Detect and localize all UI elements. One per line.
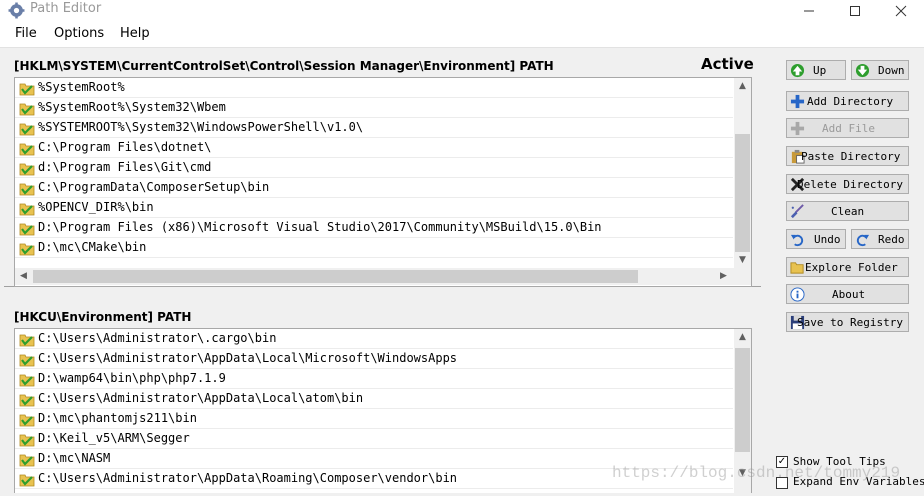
- info-icon: [790, 287, 805, 302]
- menu-bar: File Options Help: [0, 22, 924, 48]
- folder-check-icon: [19, 454, 35, 467]
- redo-icon: [856, 234, 870, 247]
- maximize-button[interactable]: [832, 0, 878, 22]
- path-entry-text: C:\Users\Administrator\AppData\Roaming\C…: [38, 471, 458, 485]
- up-button[interactable]: Up: [786, 60, 846, 80]
- folder-check-icon: [19, 203, 35, 216]
- clean-button[interactable]: Clean: [786, 201, 909, 221]
- user-path-row[interactable]: C:\Users\Administrator\AppData\Local\Mic…: [15, 349, 733, 369]
- add-file-button[interactable]: Add File: [786, 118, 909, 138]
- path-entry-text: %OPENCV_DIR%\bin: [38, 200, 154, 214]
- green-up-arrow-icon: [790, 63, 805, 78]
- system-path-row[interactable]: C:\ProgramData\ComposerSetup\bin: [15, 178, 733, 198]
- path-entry-text: C:\Users\Administrator\AppData\Local\Mic…: [38, 351, 458, 365]
- watermark: https://blog.csdn.net/tommy219: [612, 464, 901, 482]
- path-entry-text: D:\mc\CMake\bin: [38, 240, 147, 254]
- scroll-left-arrow-icon[interactable]: ◀: [15, 271, 32, 281]
- save-to-registry-button[interactable]: Save to Registry: [786, 312, 909, 332]
- system-path-row[interactable]: %OPENCV_DIR%\bin: [15, 198, 733, 218]
- folder-check-icon: [19, 394, 35, 407]
- scroll-up-arrow-icon[interactable]: ▲: [734, 81, 751, 91]
- system-vertical-scrollbar[interactable]: ▲ ▼: [734, 78, 751, 268]
- scroll-up-arrow-icon[interactable]: ▲: [734, 332, 751, 342]
- close-icon: [895, 5, 907, 17]
- user-path-title: [HKCU\Environment] PATH: [14, 310, 192, 324]
- redo-button[interactable]: Redo: [851, 229, 909, 249]
- user-path-row[interactable]: D:\wamp64\bin\php\php7.1.9: [15, 369, 733, 389]
- menu-help[interactable]: Help: [120, 26, 150, 41]
- plus-icon: [790, 121, 805, 136]
- system-path-row[interactable]: %SYSTEMROOT%\System32\WindowsPowerShell\…: [15, 118, 733, 138]
- system-path-row[interactable]: C:\Program Files\dotnet\: [15, 138, 733, 158]
- title-bar: Path Editor: [0, 0, 924, 22]
- folder-open-icon: [790, 262, 804, 274]
- system-path-list[interactable]: %SystemRoot% %SystemRoot%\System32\Wbem %S…: [14, 77, 752, 287]
- folder-check-icon: [19, 123, 35, 136]
- window-title: Path Editor: [30, 1, 102, 16]
- path-entry-text: %SystemRoot%\System32\Wbem: [38, 100, 226, 114]
- path-entry-text: D:\wamp64\bin\php\php7.1.9: [38, 371, 226, 385]
- path-entry-text: C:\Users\Administrator\.cargo\bin: [38, 331, 277, 345]
- system-path-row[interactable]: %SystemRoot%: [15, 78, 733, 98]
- user-path-row[interactable]: D:\mc\phantomjs211\bin: [15, 409, 733, 429]
- path-entry-text: D:\Keil_v5\ARM\Segger: [38, 431, 190, 445]
- system-horizontal-scroll-thumb[interactable]: [33, 270, 638, 283]
- folder-check-icon: [19, 334, 35, 347]
- delete-directory-button[interactable]: Delete Directory: [786, 174, 909, 194]
- scroll-right-arrow-icon[interactable]: ▶: [715, 271, 732, 281]
- broom-icon: [790, 204, 804, 219]
- folder-check-icon: [19, 183, 35, 196]
- folder-check-icon: [19, 434, 35, 447]
- gear-icon: [8, 2, 25, 19]
- folder-check-icon: [19, 83, 35, 96]
- system-path-row[interactable]: D:\mc\CMake\bin: [15, 238, 733, 258]
- system-vertical-scroll-thumb[interactable]: [735, 134, 750, 252]
- folder-check-icon: [19, 163, 35, 176]
- system-path-row[interactable]: %SystemRoot%\System32\Wbem: [15, 98, 733, 118]
- path-entry-text: C:\Users\Administrator\AppData\Local\ato…: [38, 391, 364, 405]
- blue-plus-icon: [790, 94, 805, 109]
- about-button[interactable]: About: [786, 284, 909, 304]
- minimize-icon: [804, 10, 814, 12]
- user-vertical-scroll-thumb[interactable]: [735, 348, 750, 452]
- path-entry-text: %SystemRoot%: [38, 80, 125, 94]
- system-path-row[interactable]: D:\Program Files (x86)\Microsoft Visual …: [15, 218, 733, 238]
- active-label: Active: [701, 55, 754, 73]
- path-entry-text: D:\mc\NASM: [38, 451, 111, 465]
- folder-check-icon: [19, 354, 35, 367]
- maximize-icon: [850, 6, 860, 16]
- folder-check-icon: [19, 143, 35, 156]
- path-entry-text: %SYSTEMROOT%\System32\WindowsPowerShell\…: [38, 120, 364, 134]
- folder-check-icon: [19, 223, 35, 236]
- paste-directory-button[interactable]: Paste Directory: [786, 146, 909, 166]
- path-entry-text: D:\Program Files (x86)\Microsoft Visual …: [38, 220, 602, 234]
- explore-folder-button[interactable]: Explore Folder: [786, 257, 909, 277]
- folder-check-icon: [19, 103, 35, 116]
- folder-check-icon: [19, 414, 35, 427]
- add-directory-button[interactable]: Add Directory: [786, 91, 909, 111]
- path-entry-text: d:\Program Files\Git\cmd: [38, 160, 212, 174]
- user-path-row[interactable]: C:\Users\Administrator\.cargo\bin: [15, 329, 733, 349]
- undo-icon: [790, 234, 804, 247]
- green-down-arrow-icon: [855, 63, 870, 78]
- user-path-row[interactable]: D:\Keil_v5\ARM\Segger: [15, 429, 733, 449]
- system-path-row[interactable]: d:\Program Files\Git\cmd: [15, 158, 733, 178]
- menu-options[interactable]: Options: [54, 26, 104, 41]
- path-entry-text: C:\ProgramData\ComposerSetup\bin: [38, 180, 270, 194]
- user-path-row[interactable]: C:\Users\Administrator\AppData\Local\ato…: [15, 389, 733, 409]
- folder-check-icon: [19, 374, 35, 387]
- minimize-button[interactable]: [786, 0, 832, 22]
- menu-file[interactable]: File: [15, 26, 37, 41]
- system-path-title: [HKLM\SYSTEM\CurrentControlSet\Control\S…: [14, 59, 554, 73]
- path-entry-text: C:\Program Files\dotnet\: [38, 140, 212, 154]
- system-path-group: [HKLM\SYSTEM\CurrentControlSet\Control\S…: [4, 51, 761, 287]
- folder-check-icon: [19, 243, 35, 256]
- close-button[interactable]: [878, 0, 924, 22]
- system-horizontal-scrollbar[interactable]: ◀ ▶: [15, 268, 751, 285]
- undo-button[interactable]: Undo: [786, 229, 846, 249]
- path-entry-text: D:\mc\phantomjs211\bin: [38, 411, 197, 425]
- down-button[interactable]: Down: [851, 60, 909, 80]
- folder-check-icon: [19, 474, 35, 487]
- scroll-down-arrow-icon[interactable]: ▼: [734, 255, 751, 265]
